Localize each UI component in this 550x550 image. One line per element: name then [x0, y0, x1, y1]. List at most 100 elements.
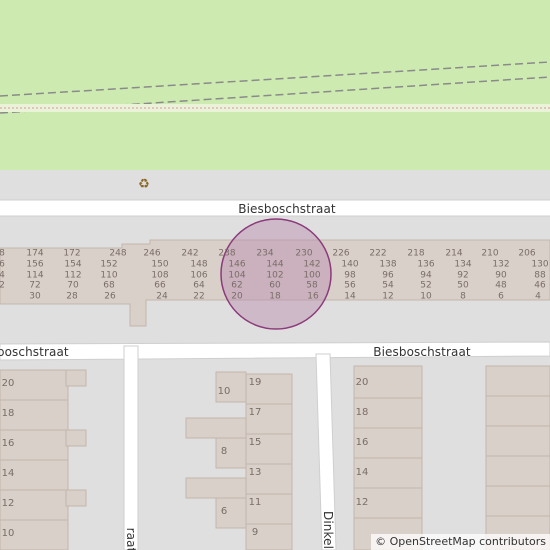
house-number-label: 112	[64, 270, 82, 281]
house-number-label: 92	[457, 270, 469, 281]
house-number-label: 20	[355, 377, 369, 388]
grass-area	[0, 0, 550, 170]
house-number-label: 15	[248, 437, 262, 448]
house-number-label: 50	[457, 280, 469, 291]
street-label-dinkel: Dinkel	[321, 510, 335, 550]
attribution-text[interactable]: © OpenStreetMap contributors	[375, 535, 546, 548]
house-number-label: 144	[266, 259, 284, 270]
house-number-label: 8	[0, 248, 5, 259]
house-number-label: 16	[355, 437, 369, 448]
buildings-lower-middle	[185, 371, 293, 550]
house-number-label: 64	[193, 280, 205, 291]
house-number-label: 132	[492, 259, 510, 270]
buildings-lower-right	[353, 365, 550, 550]
house-number-label: 52	[420, 280, 432, 291]
parking-area	[0, 170, 550, 200]
house-number-label: 18	[1, 408, 15, 419]
house-number-label: 100	[303, 270, 321, 281]
house-number-label: 6	[220, 506, 228, 517]
house-number-label: 174	[26, 248, 44, 259]
street-label-lower-left: Biesboschstraat	[0, 345, 69, 359]
house-number-label: 90	[495, 270, 507, 281]
house-number-label: 14	[1, 468, 15, 479]
house-number-label: 140	[341, 259, 359, 270]
house-number-label: 10	[1, 528, 15, 539]
house-number-label: 14	[355, 467, 369, 478]
house-number-label: 68	[103, 280, 115, 291]
house-number-label: 16	[1, 438, 15, 449]
street-label-lower-right: Biesboschstraat	[373, 345, 471, 359]
house-number-label: 56	[344, 280, 356, 291]
house-number-label: 20	[1, 378, 15, 389]
house-number-label: 142	[303, 259, 321, 270]
recycling-icon: ♻	[138, 176, 150, 191]
house-number-label: 172	[63, 248, 81, 259]
house-number-label: 206	[518, 248, 536, 259]
house-number-label: 30	[29, 291, 41, 302]
house-number-label: 28	[66, 291, 78, 302]
house-number-label: 72	[29, 280, 41, 291]
road-vertical-left	[123, 345, 139, 550]
house-number-label: 222	[369, 248, 387, 259]
attribution[interactable]: © OpenStreetMap contributors	[371, 534, 550, 550]
house-number-label: 106	[190, 270, 208, 281]
house-number-label: 22	[193, 291, 205, 302]
house-number-label: 230	[295, 248, 313, 259]
house-number-label: 9	[251, 527, 259, 538]
house-number-label: 24	[156, 291, 168, 302]
house-number-label: 154	[64, 259, 82, 270]
house-number-label: 12	[1, 498, 15, 509]
house-number-label: 234	[256, 248, 274, 259]
house-number-label: 96	[382, 270, 394, 281]
path-strip	[0, 104, 550, 112]
house-number-label: 58	[306, 280, 318, 291]
house-number-label: 60	[269, 280, 281, 291]
house-number-label: 11	[248, 497, 262, 508]
house-number-label: 242	[181, 248, 199, 259]
house-number-label: 156	[26, 259, 44, 270]
house-number-label: 62	[231, 280, 243, 291]
house-number-label: 136	[417, 259, 435, 270]
house-number-label: 14	[344, 291, 356, 302]
house-number-label: 4	[535, 291, 541, 302]
house-number-label: 19	[248, 377, 262, 388]
house-number-label: 6	[498, 291, 504, 302]
house-number-label: 104	[228, 270, 246, 281]
house-number-label: 98	[344, 270, 356, 281]
house-number-label: 70	[67, 280, 79, 291]
house-number-label: 48	[495, 280, 507, 291]
house-number-label: 8	[220, 446, 228, 457]
house-number-label: 20	[231, 291, 243, 302]
house-number-label: 130	[531, 259, 549, 270]
house-number-label: 114	[26, 270, 44, 281]
house-number-label: 12	[382, 291, 394, 302]
house-number-label: 12	[355, 497, 369, 508]
house-number-label: 6	[0, 259, 5, 270]
house-number-label: 17	[248, 407, 262, 418]
house-number-label: 110	[100, 270, 118, 281]
house-number-label: 138	[379, 259, 397, 270]
house-number-label: 4	[0, 270, 5, 281]
house-number-label: 18	[355, 407, 369, 418]
house-number-label: 18	[269, 291, 281, 302]
house-number-label: 26	[104, 291, 116, 302]
house-number-label: 210	[481, 248, 499, 259]
house-number-label: 13	[248, 467, 262, 478]
house-number-label: 2	[0, 280, 5, 291]
house-number-label: 54	[382, 280, 394, 291]
house-number-label: 108	[151, 270, 169, 281]
house-number-label: 226	[332, 248, 350, 259]
house-number-label: 66	[154, 280, 166, 291]
house-number-label: 94	[420, 270, 432, 281]
house-number-label: 10	[217, 386, 231, 397]
house-number-label: 148	[190, 259, 208, 270]
house-number-label: 248	[109, 248, 127, 259]
buildings-lower-left	[0, 369, 87, 550]
house-number-label: 10	[420, 291, 432, 302]
house-number-label: 16	[307, 291, 319, 302]
house-number-label: 238	[218, 248, 236, 259]
house-number-label: 146	[228, 259, 246, 270]
street-label-vertical-left: raat	[124, 527, 138, 550]
house-number-label: 152	[100, 259, 118, 270]
map-canvas[interactable]: ♻ Biesboschstraat Biesboschstraat Biesbo…	[0, 0, 550, 550]
